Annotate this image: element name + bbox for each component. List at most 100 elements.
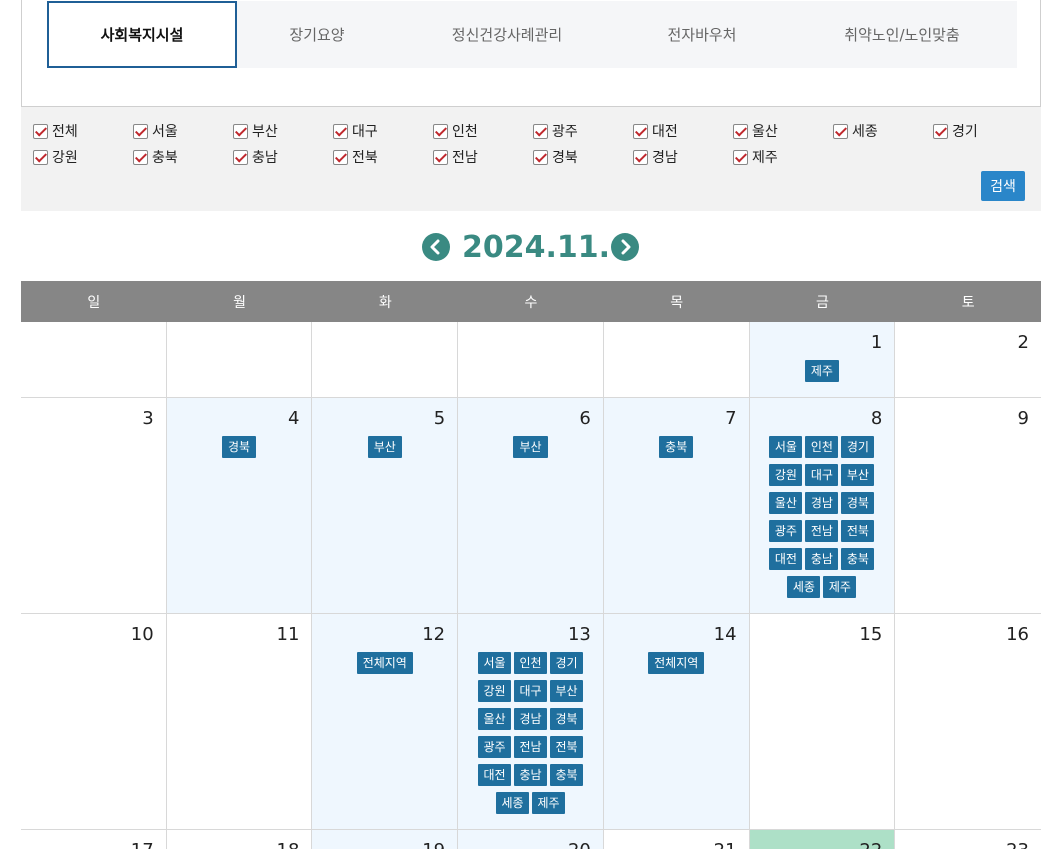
calendar-day[interactable]: 18	[167, 830, 313, 849]
region-checkbox[interactable]: 광주	[533, 121, 578, 141]
region-checkbox[interactable]: 전남	[433, 147, 478, 167]
tab-e-voucher[interactable]: 전자바우처	[617, 1, 787, 68]
region-event-tag[interactable]: 경남	[805, 492, 839, 514]
calendar-day[interactable]: 17	[21, 830, 167, 849]
region-event-tag[interactable]: 대구	[513, 680, 547, 702]
prev-month-button[interactable]	[422, 233, 450, 261]
region-checkbox[interactable]: 전북	[333, 147, 378, 167]
calendar-day[interactable]: 6 부산	[458, 398, 604, 613]
checkbox-checked-icon[interactable]	[833, 123, 848, 139]
region-event-tag[interactable]: 인천	[805, 436, 839, 458]
region-event-tag[interactable]: 광주	[477, 736, 511, 758]
calendar-day[interactable]: 23	[895, 830, 1041, 849]
region-event-tag[interactable]: 충북	[659, 436, 694, 458]
region-event-tag[interactable]: 제주	[531, 792, 565, 814]
region-event-tag[interactable]: 제주	[804, 360, 839, 382]
calendar-day[interactable]: 21	[604, 830, 750, 849]
region-checkbox[interactable]: 전체	[33, 121, 78, 141]
tab-mental-health-case[interactable]: 정신건강사례관리	[397, 1, 617, 68]
region-event-tag[interactable]: 전체지역	[356, 652, 413, 674]
region-event-tag[interactable]: 대전	[769, 548, 803, 570]
checkbox-checked-icon[interactable]	[933, 123, 948, 139]
calendar-day[interactable]: 9	[895, 398, 1041, 613]
region-event-tag[interactable]: 경북	[222, 436, 257, 458]
calendar-day[interactable]	[167, 322, 313, 397]
calendar-day[interactable]: 11	[167, 614, 313, 829]
region-checkbox[interactable]: 서울	[133, 121, 178, 141]
region-event-tag[interactable]: 서울	[477, 652, 511, 674]
region-event-tag[interactable]: 충북	[841, 548, 875, 570]
region-event-tag[interactable]: 부산	[367, 436, 402, 458]
region-checkbox[interactable]: 세종	[833, 121, 878, 141]
calendar-day[interactable]: 2	[895, 322, 1041, 397]
region-event-tag[interactable]: 인천	[513, 652, 547, 674]
checkbox-checked-icon[interactable]	[33, 123, 48, 139]
calendar-day[interactable]: 1 제주	[749, 322, 896, 397]
region-event-tag[interactable]: 서울	[769, 436, 803, 458]
checkbox-checked-icon[interactable]	[633, 149, 648, 165]
calendar-day[interactable]: 16	[895, 614, 1041, 829]
checkbox-checked-icon[interactable]	[633, 123, 648, 139]
calendar-day[interactable]: 14 전체지역	[603, 614, 750, 829]
calendar-day[interactable]: 7 충북	[603, 398, 750, 613]
region-checkbox[interactable]: 제주	[733, 147, 778, 167]
region-event-tag[interactable]: 울산	[769, 492, 803, 514]
checkbox-checked-icon[interactable]	[133, 149, 148, 165]
region-event-tag[interactable]: 충남	[513, 764, 547, 786]
region-event-tag[interactable]: 경기	[841, 436, 875, 458]
region-checkbox[interactable]: 충북	[133, 147, 178, 167]
region-event-tag[interactable]: 충북	[549, 764, 583, 786]
region-checkbox[interactable]: 대전	[633, 121, 678, 141]
region-event-tag[interactable]: 대구	[805, 464, 839, 486]
checkbox-checked-icon[interactable]	[233, 149, 248, 165]
region-checkbox[interactable]: 울산	[733, 121, 778, 141]
checkbox-checked-icon[interactable]	[733, 123, 748, 139]
region-event-tag[interactable]: 세종	[495, 792, 529, 814]
checkbox-checked-icon[interactable]	[133, 123, 148, 139]
region-event-tag[interactable]: 광주	[769, 520, 803, 542]
checkbox-checked-icon[interactable]	[333, 123, 348, 139]
region-event-tag[interactable]: 경남	[513, 708, 547, 730]
region-event-tag[interactable]: 전북	[549, 736, 583, 758]
calendar-day[interactable]: 22	[749, 830, 896, 849]
calendar-day[interactable]: 5 부산	[312, 398, 459, 613]
tab-long-term-care[interactable]: 장기요양	[237, 1, 397, 68]
region-event-tag[interactable]: 대전	[477, 764, 511, 786]
checkbox-checked-icon[interactable]	[233, 123, 248, 139]
region-event-tag[interactable]: 부산	[549, 680, 583, 702]
region-event-tag[interactable]: 전남	[513, 736, 547, 758]
region-event-tag[interactable]: 경북	[549, 708, 583, 730]
calendar-day[interactable]	[312, 322, 459, 397]
checkbox-checked-icon[interactable]	[533, 123, 548, 139]
region-checkbox[interactable]: 대구	[333, 121, 378, 141]
calendar-day[interactable]: 19	[312, 830, 459, 849]
region-event-tag[interactable]: 경기	[549, 652, 583, 674]
checkbox-checked-icon[interactable]	[433, 123, 448, 139]
calendar-day[interactable]: 13 서울 인천 경기 강원 대구 부산 울산 경남 경북 광주 전남 전북 대전 충남 충북 세종 제주	[458, 614, 604, 829]
region-event-tag[interactable]: 전체지역	[648, 652, 705, 674]
checkbox-checked-icon[interactable]	[333, 149, 348, 165]
calendar-day[interactable]: 10	[21, 614, 167, 829]
region-event-tag[interactable]: 경북	[841, 492, 875, 514]
checkbox-checked-icon[interactable]	[533, 149, 548, 165]
region-event-tag[interactable]: 충남	[805, 548, 839, 570]
region-event-tag[interactable]: 제주	[823, 576, 857, 598]
region-event-tag[interactable]: 전북	[841, 520, 875, 542]
calendar-day[interactable]	[21, 322, 167, 397]
calendar-day[interactable]	[604, 322, 750, 397]
region-checkbox[interactable]: 강원	[33, 147, 78, 167]
region-event-tag[interactable]: 부산	[513, 436, 548, 458]
checkbox-checked-icon[interactable]	[433, 149, 448, 165]
tab-social-welfare-facility[interactable]: 사회복지시설	[47, 1, 237, 68]
region-event-tag[interactable]: 세종	[787, 576, 821, 598]
calendar-day[interactable]: 20	[458, 830, 604, 849]
calendar-day[interactable]: 15	[750, 614, 896, 829]
search-button[interactable]: 검색	[981, 171, 1025, 201]
tab-vulnerable-elderly[interactable]: 취약노인/노인맞춤	[787, 1, 1017, 68]
region-checkbox[interactable]: 충남	[233, 147, 278, 167]
region-checkbox[interactable]: 경북	[533, 147, 578, 167]
next-month-button[interactable]	[611, 233, 639, 261]
region-event-tag[interactable]: 강원	[477, 680, 511, 702]
calendar-day[interactable]: 4 경북	[166, 398, 313, 613]
calendar-day[interactable]: 3	[21, 398, 167, 613]
